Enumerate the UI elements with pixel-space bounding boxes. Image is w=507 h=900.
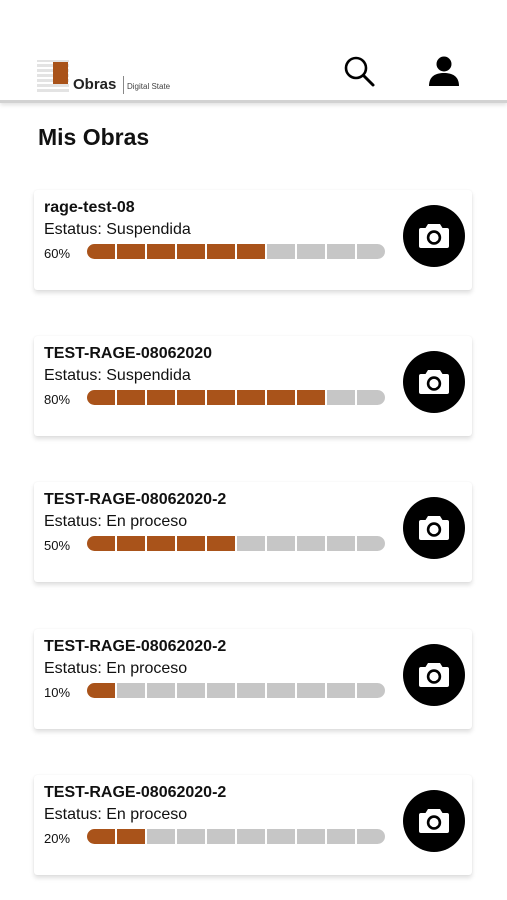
progress-segment-empty (147, 683, 175, 698)
obra-status: Estatus: En proceso (44, 513, 188, 530)
progress-segment-filled (177, 536, 205, 551)
progress-segment-empty (147, 829, 175, 844)
camera-button[interactable] (403, 205, 465, 267)
progress-segment-filled (147, 536, 175, 551)
progress-segment-filled (207, 390, 235, 405)
progress-segment-empty (237, 829, 265, 844)
camera-button[interactable] (403, 351, 465, 413)
progress-segment-empty (207, 683, 235, 698)
progress-segment-filled (207, 244, 235, 259)
progress-segment-empty (357, 244, 385, 259)
progress-segment-filled (237, 244, 265, 259)
progress-segment-filled (177, 244, 205, 259)
progress-segment-empty (237, 683, 265, 698)
obra-name: TEST-RAGE-08062020-2 (44, 784, 227, 801)
obra-progress-bar (87, 829, 385, 844)
progress-segment-filled (207, 536, 235, 551)
logo-subtitle: Digital State (127, 82, 171, 91)
obra-status: Estatus: En proceso (44, 806, 188, 823)
obra-progress-bar (87, 244, 385, 259)
progress-segment-filled (117, 244, 145, 259)
progress-segment-empty (327, 244, 355, 259)
camera-icon (419, 516, 449, 540)
camera-button[interactable] (403, 497, 465, 559)
progress-segment-filled (117, 536, 145, 551)
camera-button[interactable] (403, 644, 465, 706)
progress-segment-filled (87, 536, 115, 551)
progress-segment-empty (177, 829, 205, 844)
progress-segment-filled (87, 244, 115, 259)
progress-segment-filled (87, 390, 115, 405)
obra-name: TEST-RAGE-08062020 (44, 345, 213, 362)
progress-segment-empty (357, 829, 385, 844)
obra-progress-percent: 10% (44, 685, 71, 700)
progress-segment-empty (207, 829, 235, 844)
obra-name: rage-test-08 (44, 199, 135, 216)
logo-name: Obras (73, 76, 117, 93)
obra-name: TEST-RAGE-08062020-2 (44, 491, 227, 508)
obra-card[interactable]: TEST-RAGE-08062020-2 Estatus: En proceso 2… (34, 775, 472, 875)
app-header: Obras Digital State (0, 0, 507, 103)
obra-progress-bar (87, 536, 385, 551)
progress-segment-empty (267, 244, 295, 259)
progress-segment-filled (237, 390, 265, 405)
progress-segment-filled (117, 390, 145, 405)
obra-card[interactable]: TEST-RAGE-08062020-2 Estatus: En proceso 5… (34, 482, 472, 582)
progress-segment-empty (267, 536, 295, 551)
obra-name: TEST-RAGE-08062020-2 (44, 638, 227, 655)
camera-icon (419, 370, 449, 394)
obra-card[interactable]: TEST-RAGE-08062020 Estatus: Suspendida 80% (34, 336, 472, 436)
progress-segment-filled (177, 390, 205, 405)
user-profile-button[interactable] (426, 54, 462, 90)
progress-segment-empty (297, 536, 325, 551)
obra-status: Estatus: Suspendida (44, 367, 191, 384)
camera-icon (419, 224, 449, 248)
progress-segment-empty (327, 536, 355, 551)
obra-card[interactable]: TEST-RAGE-08062020-2 Estatus: En proceso 1… (34, 629, 472, 729)
progress-segment-filled (147, 390, 175, 405)
obra-progress-percent: 20% (44, 831, 71, 846)
progress-segment-filled (117, 829, 145, 844)
logo-accent-square (53, 62, 68, 84)
user-icon (429, 56, 459, 86)
progress-segment-empty (237, 536, 265, 551)
obra-progress-percent: 80% (44, 392, 71, 407)
obra-status: Estatus: Suspendida (44, 221, 191, 238)
progress-segment-empty (357, 683, 385, 698)
progress-segment-filled (147, 244, 175, 259)
progress-segment-empty (297, 244, 325, 259)
search-button[interactable] (342, 54, 378, 90)
progress-segment-empty (297, 683, 325, 698)
obra-card[interactable]: rage-test-08 Estatus: Suspendida 60% (34, 190, 472, 290)
obra-status: Estatus: En proceso (44, 660, 188, 677)
progress-segment-filled (267, 390, 295, 405)
obra-progress-percent: 60% (44, 246, 71, 261)
progress-segment-filled (87, 829, 115, 844)
page-title: Mis Obras (38, 124, 150, 150)
obra-progress-bar (87, 683, 385, 698)
progress-segment-empty (117, 683, 145, 698)
progress-segment-empty (267, 683, 295, 698)
search-icon (344, 56, 375, 87)
progress-segment-empty (327, 683, 355, 698)
progress-segment-empty (357, 536, 385, 551)
progress-segment-empty (297, 829, 325, 844)
progress-segment-empty (357, 390, 385, 405)
progress-segment-empty (327, 829, 355, 844)
camera-icon (419, 663, 449, 687)
progress-segment-empty (177, 683, 205, 698)
logo-divider (123, 76, 124, 94)
obra-progress-bar (87, 390, 385, 405)
obra-progress-percent: 50% (44, 538, 71, 553)
app-logo[interactable]: Obras Digital State (37, 60, 187, 94)
progress-segment-empty (267, 829, 295, 844)
camera-button[interactable] (403, 790, 465, 852)
progress-segment-filled (87, 683, 115, 698)
camera-icon (419, 809, 449, 833)
progress-segment-filled (297, 390, 325, 405)
progress-segment-empty (327, 390, 355, 405)
